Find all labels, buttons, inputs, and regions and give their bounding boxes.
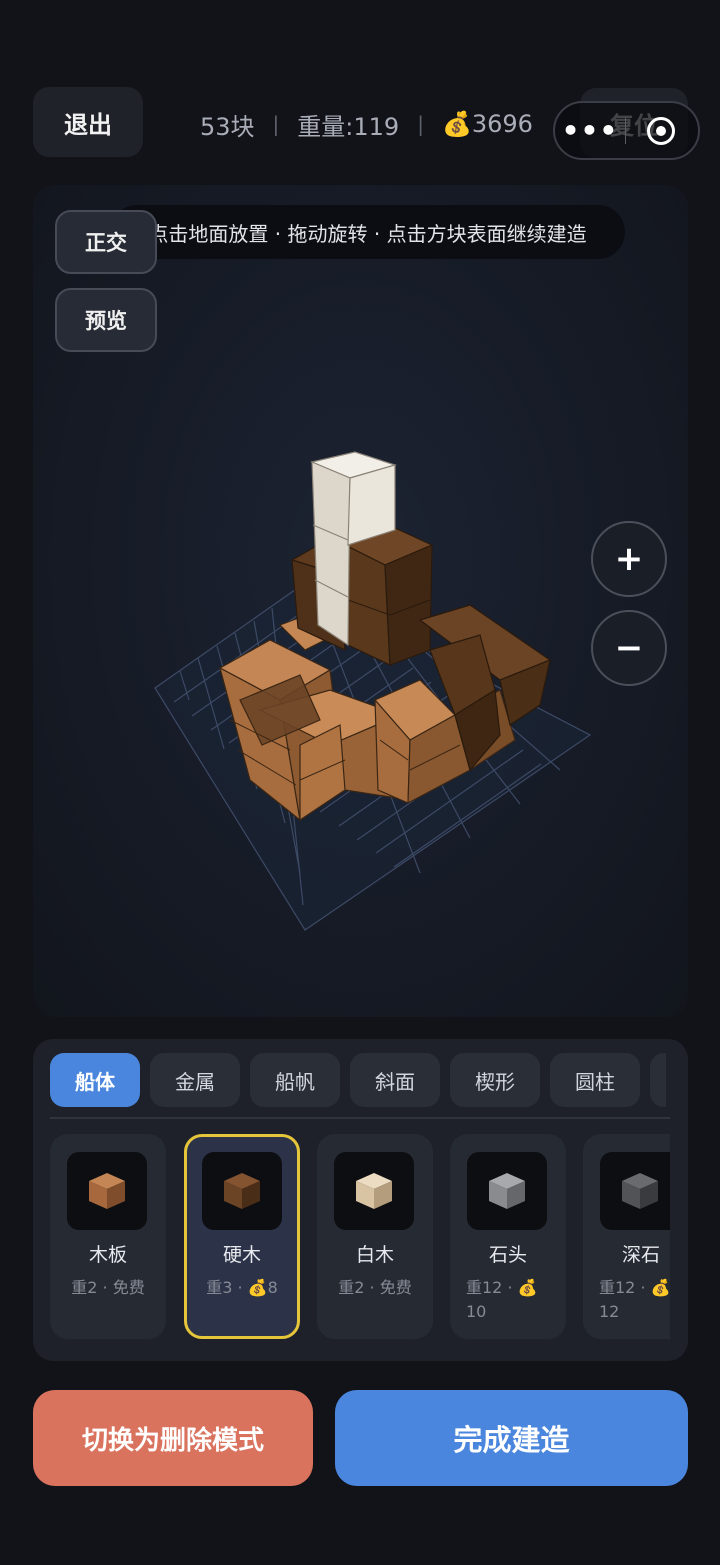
- block-meta: 重2 · 免费: [338, 1278, 412, 1297]
- block-meta: 重12 · 💰 12: [599, 1278, 670, 1321]
- tab-cylinder[interactable]: 圆柱: [550, 1053, 640, 1107]
- whitewood-cube-icon: [356, 1173, 392, 1209]
- weight-value: 重量:119: [297, 112, 400, 141]
- block-name: 白木: [355, 1244, 394, 1266]
- block-thumb: [334, 1152, 414, 1230]
- block-item-plank[interactable]: 木板 重2 · 免费: [50, 1134, 166, 1339]
- tabs-divider: [50, 1117, 670, 1119]
- tab-slope[interactable]: 斜面: [350, 1053, 440, 1107]
- block-meta: 重12 · 💰 10: [466, 1278, 538, 1321]
- build-stats: 53块 | 重量:119 | 💰3696: [200, 104, 533, 144]
- block-meta: 重2 · 免费: [71, 1278, 145, 1297]
- zoom-in-button[interactable]: +: [591, 521, 667, 597]
- block-item-darkstone[interactable]: 深石 重12 · 💰 12: [583, 1134, 670, 1339]
- block-name: 深石: [621, 1244, 660, 1266]
- block-thumb: [67, 1152, 147, 1230]
- preview-button[interactable]: 预览: [55, 288, 157, 352]
- coin-bag-icon: 💰: [441, 110, 472, 138]
- ship-block-model[interactable]: [150, 440, 600, 940]
- block-name: 木板: [88, 1244, 127, 1266]
- wood-cube-icon: [89, 1173, 125, 1209]
- block-list: 木板 重2 · 免费 硬木 重3 · 💰8 白木 重2 · 免费 石头 重12 …: [50, 1134, 670, 1341]
- block-thumb: [467, 1152, 547, 1230]
- tab-metal[interactable]: 金属: [150, 1053, 240, 1107]
- block-meta: 重3 · 💰8: [206, 1278, 278, 1297]
- category-tabs: 船体 金属 船帆 斜面 楔形 圆柱: [50, 1053, 670, 1107]
- coins-value: 💰3696: [441, 110, 533, 138]
- stats-separator: |: [417, 112, 424, 136]
- ortho-button[interactable]: 正交: [55, 210, 157, 274]
- hardwood-cube-icon: [224, 1173, 260, 1209]
- tab-sail[interactable]: 船帆: [250, 1053, 340, 1107]
- mini-program-capsule: •••: [553, 101, 700, 160]
- zoom-out-button[interactable]: −: [591, 610, 667, 686]
- tab-hull[interactable]: 船体: [50, 1053, 140, 1107]
- tab-wedge[interactable]: 楔形: [450, 1053, 540, 1107]
- block-item-whitewood[interactable]: 白木 重2 · 免费: [317, 1134, 433, 1339]
- block-name: 硬木: [222, 1244, 261, 1266]
- finish-build-button[interactable]: 完成建造: [335, 1390, 688, 1486]
- block-thumb: [202, 1152, 282, 1230]
- tab-more[interactable]: [650, 1053, 666, 1107]
- block-name: 石头: [488, 1244, 527, 1266]
- delete-mode-button[interactable]: 切换为删除模式: [33, 1390, 313, 1486]
- block-item-stone[interactable]: 石头 重12 · 💰 10: [450, 1134, 566, 1339]
- stone-cube-icon: [489, 1173, 525, 1209]
- hint-banner: 点击地面放置 · 拖动旋转 · 点击方块表面继续建造: [110, 205, 625, 259]
- block-thumb: [600, 1152, 670, 1230]
- darkstone-cube-icon: [622, 1173, 658, 1209]
- close-miniprogram-icon[interactable]: [626, 116, 696, 145]
- exit-button[interactable]: 退出: [33, 87, 143, 157]
- block-item-hardwood[interactable]: 硬木 重3 · 💰8: [184, 1134, 300, 1339]
- stats-separator: |: [272, 112, 280, 136]
- block-count: 53块: [200, 112, 255, 141]
- more-icon[interactable]: •••: [555, 114, 625, 147]
